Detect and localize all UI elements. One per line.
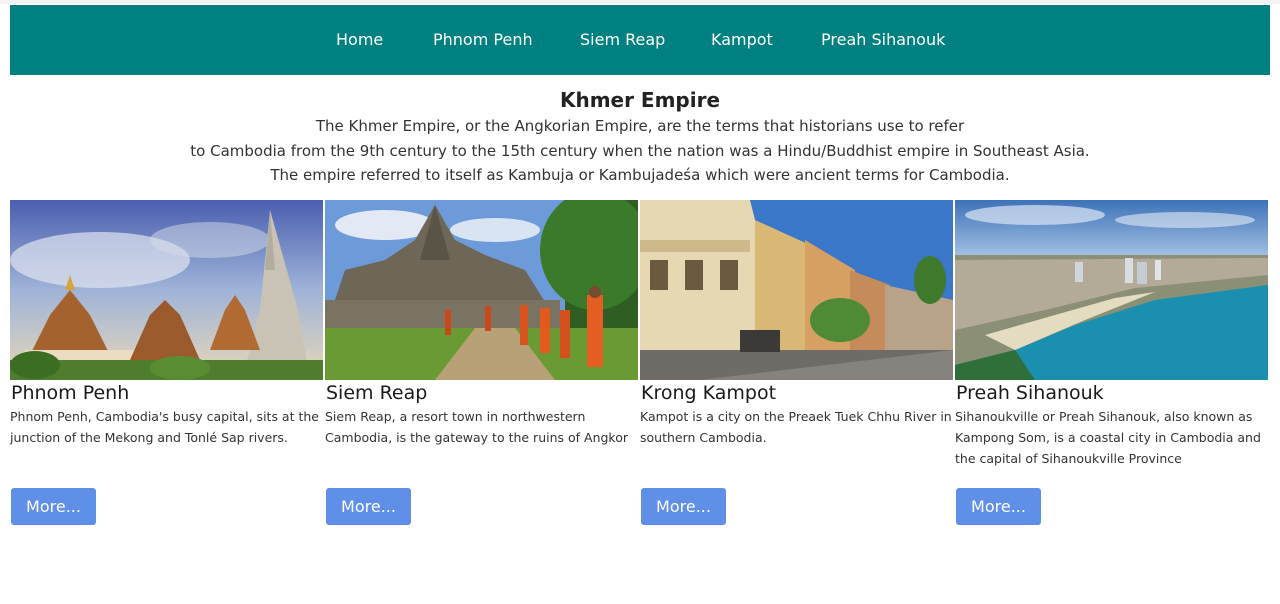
nav-home-link[interactable]: Home xyxy=(336,5,383,75)
intro-line-1: The Khmer Empire, or the Angkorian Empir… xyxy=(315,117,965,135)
city-card-siem-reap: Siem Reap Siem Reap, a resort town in no… xyxy=(325,200,639,540)
card-title: Krong Kampot xyxy=(641,382,777,404)
top-border xyxy=(0,0,1280,4)
nav-kampot-link[interactable]: Kampot xyxy=(711,5,773,75)
kampot-photo xyxy=(640,200,953,380)
page-title: Khmer Empire xyxy=(559,88,721,112)
siem-reap-photo xyxy=(325,200,638,380)
card-description: Phnom Penh, Cambodia's busy capital, sit… xyxy=(10,409,319,445)
nav-preah-sihanouk-link[interactable]: Preah Sihanouk xyxy=(821,5,945,75)
phnom-penh-photo xyxy=(10,200,323,380)
card-description: Siem Reap, a resort town in northwestern… xyxy=(325,409,629,445)
city-card-krong-kampot: Krong Kampot Kampot is a city on the Pre… xyxy=(640,200,954,540)
card-title: Phnom Penh xyxy=(11,382,130,404)
card-title: Preah Sihanouk xyxy=(956,382,1104,404)
sihanoukville-photo xyxy=(955,200,1268,380)
intro-line-3: The empire referred to itself as Kambuja… xyxy=(270,166,1010,184)
nav-phnom-penh-link[interactable]: Phnom Penh xyxy=(433,5,533,75)
card-title: Siem Reap xyxy=(326,382,428,404)
city-card-preah-sihanouk: Preah Sihanouk Sihanoukville or Preah Si… xyxy=(955,200,1269,540)
card-description: Kampot is a city on the Preaek Tuek Chhu… xyxy=(640,409,952,445)
card-description: Sihanoukville or Preah Sihanouk, also kn… xyxy=(955,409,1261,466)
more-button-siem-reap[interactable]: More... xyxy=(326,488,411,525)
more-button-preah-sihanouk[interactable]: More... xyxy=(956,488,1041,525)
city-card-phnom-penh: Phnom Penh Phnom Penh, Cambodia's busy c… xyxy=(10,200,324,540)
more-button-phnom-penh[interactable]: More... xyxy=(11,488,96,525)
nav-siem-reap-link[interactable]: Siem Reap xyxy=(580,5,665,75)
intro-line-2: to Cambodia from the 9th century to the … xyxy=(190,142,1090,160)
top-navbar: Home Phnom Penh Siem Reap Kampot Preah S… xyxy=(10,5,1270,75)
more-button-krong-kampot[interactable]: More... xyxy=(641,488,726,525)
